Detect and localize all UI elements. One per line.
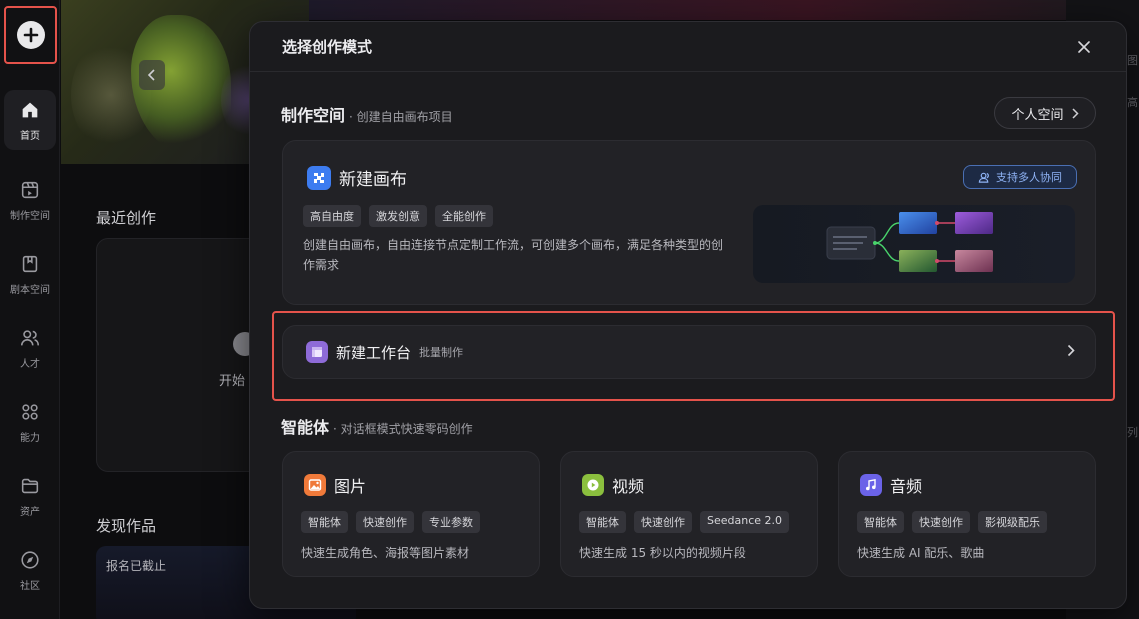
new-canvas-card[interactable]: 新建画布 支持多人协同 高自由度 激发创意 全能创作 创建自由画布，自由连接节点… [282,140,1096,305]
sidebar-item-studio[interactable]: 制作空间 [0,170,60,230]
agent-card-description: 快速生成 15 秒以内的视频片段 [579,546,746,560]
tag: 高自由度 [303,205,361,227]
agent-card-title: 音频 [890,477,923,496]
canvas-preview-image [753,205,1075,283]
sidebar-item-label: 人才 [20,358,40,370]
hero-banner-next [309,0,1139,20]
agent-card-header: 图片 [304,473,366,497]
sidebar-item-script[interactable]: 剧本空间 [0,244,60,304]
sidebar-item-community[interactable]: 社区 [0,540,60,600]
sidebar-item-label: 剧本空间 [10,284,50,296]
tag: 快速创作 [634,511,692,533]
right-panel-text: 图 [1127,54,1138,67]
chevron-right-icon [1071,107,1079,119]
canvas-icon [307,165,331,190]
workbench-card-title: 新建工作台 [336,343,412,362]
sidebar-item-label: 社区 [20,580,40,592]
sidebar: 首页 制作空间 剧本空间 人才 能力 资产 社区 [0,0,60,619]
sidebar-item-label: 资产 [20,506,40,518]
studio-section-title: 制作空间 · 创建自由画布项目 [281,102,453,126]
personal-space-button[interactable]: 个人空间 [994,97,1096,129]
right-panel-text: 高 [1127,96,1138,109]
agent-card-title: 图片 [334,477,367,496]
studio-icon [21,181,39,198]
video-play-icon [582,474,604,496]
canvas-card-header: 新建画布 [307,165,407,190]
agent-tags: 智能体 快速创作 影视级配乐 [857,511,1047,533]
chevron-left-icon [147,69,155,81]
tag: 快速创作 [356,511,414,533]
agent-card-description: 快速生成角色、海报等图片素材 [301,546,470,560]
tag: 智能体 [857,511,904,533]
workbench-icon [306,341,328,363]
sidebar-item-label: 首页 [20,130,40,142]
canvas-card-description: 创建自由画布，自由连接节点定制工作流，可创建多个画布，满足各种类型的创作需求 [303,238,724,272]
recent-title: 最近创作 [96,209,157,227]
personal-space-label: 个人空间 [1011,107,1064,123]
sidebar-item-label: 能力 [20,432,40,444]
recent-start-label: 开始 [219,374,246,389]
tag: 影视级配乐 [978,511,1047,533]
agents-title: 智能体 [281,418,330,437]
tag: 智能体 [579,511,626,533]
collab-badge-label: 支持多人协同 [996,171,1062,184]
agent-card-title: 视频 [612,477,645,496]
sidebar-item-abilities[interactable]: 能力 [0,392,60,452]
workbench-card-subtitle: 批量制作 [419,346,464,359]
dialog-header: 选择创作模式 [250,22,1126,72]
users-icon [978,172,989,183]
agents-section-title: 智能体 · 对话框模式快速零码创作 [281,414,473,438]
agent-card-header: 视频 [582,473,644,497]
image-icon [304,474,326,496]
agent-card-header: 音频 [860,473,922,497]
agent-tags: 智能体 快速创作 Seedance 2.0 [579,511,790,533]
close-icon [1078,41,1090,53]
tag: 智能体 [301,511,348,533]
script-icon [22,255,38,272]
discover-title: 发现作品 [96,517,157,535]
audio-agent-card[interactable]: 音频 智能体 快速创作 影视级配乐 快速生成 AI 配乐、歌曲 [838,451,1096,577]
home-icon [22,102,38,117]
plus-icon [16,21,45,49]
studio-title: 制作空间 [281,106,346,125]
discover-status-badge: 报名已截止 [106,559,167,573]
folder-icon [21,478,39,493]
collab-badge: 支持多人协同 [963,165,1077,189]
tag: 激发创意 [369,205,427,227]
tag: 全能创作 [435,205,493,227]
compass-icon [21,550,39,569]
people-icon [20,329,40,345]
carousel-prev-button[interactable] [139,60,165,90]
create-button[interactable] [4,6,57,64]
canvas-card-title: 新建画布 [339,170,407,190]
video-agent-card[interactable]: 视频 智能体 快速创作 Seedance 2.0 快速生成 15 秒以内的视频片… [560,451,818,577]
music-note-icon [860,474,882,496]
close-button[interactable] [1074,37,1094,57]
studio-subtitle: · 创建自由画布项目 [349,110,453,124]
agent-card-description: 快速生成 AI 配乐、歌曲 [857,546,985,560]
tag: Seedance 2.0 [700,511,790,533]
create-mode-dialog: 选择创作模式 制作空间 · 创建自由画布项目 个人空间 新建画布 支持多人协同 高… [249,21,1127,609]
tag: 专业参数 [422,511,480,533]
sidebar-item-label: 制作空间 [10,210,50,222]
agent-tags: 智能体 快速创作 专业参数 [301,511,480,533]
tag: 快速创作 [912,511,970,533]
sidebar-item-talent[interactable]: 人才 [0,318,60,378]
right-panel-text: 列 [1127,426,1138,439]
image-agent-card[interactable]: 图片 智能体 快速创作 专业参数 快速生成角色、海报等图片素材 [282,451,540,577]
dialog-title: 选择创作模式 [282,38,373,56]
sidebar-item-home[interactable]: 首页 [4,90,56,150]
canvas-tags: 高自由度 激发创意 全能创作 [303,205,493,227]
apps-icon [22,403,38,420]
sidebar-item-assets[interactable]: 资产 [0,466,60,526]
new-workbench-card[interactable]: 新建工作台 批量制作 [282,325,1096,379]
chevron-right-icon [1067,344,1075,357]
agents-subtitle: · 对话框模式快速零码创作 [333,422,473,436]
